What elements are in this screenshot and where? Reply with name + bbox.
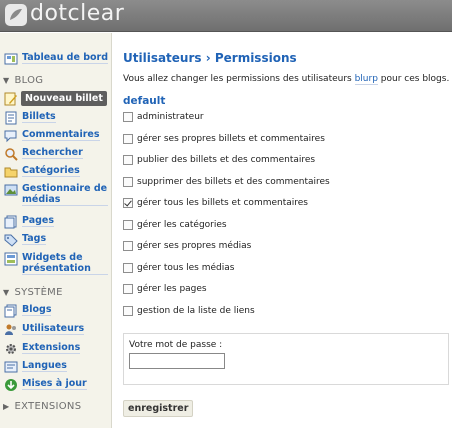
permission-checkbox[interactable] xyxy=(123,133,133,144)
sidebar-item-label[interactable]: Widgets de présentation xyxy=(22,252,108,275)
sidebar-item-label[interactable]: Tableau de bord xyxy=(22,52,109,64)
sidebar-item-label[interactable]: Mises à jour xyxy=(22,378,87,390)
sidebar-item-pages[interactable]: Pages xyxy=(4,215,55,229)
app-header: dotclear xyxy=(0,0,452,32)
sidebar-item-label[interactable]: Commentaires xyxy=(22,129,100,141)
expand-arrow-icon: ▶ xyxy=(3,402,10,411)
blog-name-link[interactable]: default xyxy=(123,95,165,107)
permission-checkbox[interactable] xyxy=(123,284,133,294)
password-fieldset: Votre mot de passe : xyxy=(123,333,449,385)
permission-label: publier des billets et des commentaires xyxy=(137,155,316,165)
search-icon xyxy=(5,148,18,161)
pages-icon xyxy=(4,215,17,229)
categories-icon xyxy=(4,167,18,178)
comments-icon xyxy=(4,130,17,143)
sidebar-item-label[interactable]: Tags xyxy=(22,233,47,245)
sidebar-item-label[interactable]: Billets xyxy=(22,111,56,123)
collapse-arrow-icon: ▼ xyxy=(3,288,10,297)
permission-row[interactable]: publier des billets et des commentaires xyxy=(123,155,315,165)
permission-checkbox[interactable] xyxy=(123,305,133,316)
new-post-button[interactable]: Nouveau billet xyxy=(21,91,107,106)
permission-row[interactable]: gérer les pages xyxy=(123,284,207,294)
sidebar-item-dashboard[interactable]: Tableau de bord xyxy=(4,52,109,66)
sidebar-item-languages[interactable]: Langues xyxy=(4,360,67,374)
permission-row[interactable]: gérer tous les billets et commentaires xyxy=(123,198,308,208)
permission-row[interactable]: gérer ses propres médias xyxy=(123,241,251,251)
permission-row[interactable]: gérer tous les médias xyxy=(123,262,235,273)
sidebar-item-users[interactable]: Utilisateurs xyxy=(4,323,85,337)
page-title: Utilisateurs › Permissions xyxy=(123,51,297,65)
sidebar-item-plugins[interactable]: Extensions xyxy=(4,342,81,356)
sidebar-item-label[interactable]: Blogs xyxy=(22,304,52,316)
media-icon xyxy=(4,184,18,196)
sidebar-item-tags[interactable]: Tags xyxy=(4,233,47,247)
permission-checkbox[interactable] xyxy=(123,198,133,208)
permission-row[interactable]: gérer les catégories xyxy=(123,219,227,230)
permission-row[interactable]: administrateur xyxy=(123,112,204,122)
sidebar-item-label[interactable]: Pages xyxy=(22,215,55,227)
sidebar-item-label[interactable]: Catégories xyxy=(22,165,80,177)
save-button[interactable]: enregistrer xyxy=(123,400,194,417)
permission-label: gérer ses propres billets et commentaire… xyxy=(137,133,325,144)
permission-label: gérer tous les billets et commentaires xyxy=(137,198,308,208)
sidebar-section-blog[interactable]: ▼ BLOG xyxy=(3,75,43,86)
widgets-icon xyxy=(4,252,18,266)
permission-row[interactable]: gestion de la liste de liens xyxy=(123,305,255,316)
permission-label: administrateur xyxy=(137,112,204,122)
sidebar-item-comments[interactable]: Commentaires xyxy=(4,129,100,143)
sidebar-item-label[interactable]: Gestionnaire de médias xyxy=(22,183,108,206)
sidebar-item-media[interactable]: Gestionnaire de médias xyxy=(4,183,108,206)
sidebar-item-update[interactable]: Mises à jour xyxy=(4,378,87,392)
sidebar-item-posts[interactable]: Billets xyxy=(4,111,56,125)
user-link[interactable]: blurp xyxy=(354,74,378,85)
update-icon xyxy=(5,379,17,391)
permission-label: gérer tous les médias xyxy=(137,262,235,273)
sidebar-item-label[interactable]: Utilisateurs xyxy=(22,323,85,335)
permission-checkbox[interactable] xyxy=(123,241,133,251)
sidebar-item-search[interactable]: Rechercher xyxy=(4,147,83,161)
main-content: Utilisateurs › Permissions Vous allez ch… xyxy=(113,33,452,428)
permission-label: gérer les catégories xyxy=(137,219,227,230)
permission-row[interactable]: gérer ses propres billets et commentaire… xyxy=(123,133,325,144)
sidebar-item-label[interactable]: Rechercher xyxy=(22,147,83,159)
permission-label: gérer ses propres médias xyxy=(137,241,252,251)
users-icon xyxy=(5,324,16,335)
sidebar: Tableau de bord ▼ BLOG Nouveau billet Bil… xyxy=(0,33,112,428)
sidebar-item-new-post[interactable]: Nouveau billet xyxy=(4,91,107,106)
permission-label: supprimer des billets et des commentaire… xyxy=(137,176,330,187)
dashboard-icon xyxy=(4,53,18,65)
collapse-arrow-icon: ▼ xyxy=(3,76,10,85)
sidebar-item-label[interactable]: Langues xyxy=(22,360,67,372)
posts-icon xyxy=(5,111,17,125)
sidebar-item-blogs[interactable]: Blogs xyxy=(4,304,52,318)
new-post-icon xyxy=(4,92,17,105)
sidebar-section-extensions[interactable]: ▶ EXTENSIONS xyxy=(3,401,81,412)
permission-checkbox[interactable] xyxy=(123,176,133,187)
permission-checkbox[interactable] xyxy=(123,219,133,230)
permission-label: gérer les pages xyxy=(137,284,207,294)
languages-icon xyxy=(4,361,18,373)
permission-row[interactable]: supprimer des billets et des commentaire… xyxy=(123,176,330,187)
permission-checkbox[interactable] xyxy=(123,112,133,122)
permission-label: gestion de la liste de liens xyxy=(137,305,255,316)
permission-checkbox[interactable] xyxy=(123,262,133,273)
app-logo-text: dotclear xyxy=(30,1,125,26)
tags-icon xyxy=(4,234,18,247)
sidebar-item-categories[interactable]: Catégories xyxy=(4,165,80,179)
sidebar-item-widgets[interactable]: Widgets de présentation xyxy=(4,252,108,275)
password-input[interactable] xyxy=(129,353,225,369)
intro-text: Vous allez changer les permissions des u… xyxy=(123,74,450,85)
sidebar-item-label[interactable]: Extensions xyxy=(22,342,81,354)
sidebar-section-system[interactable]: ▼ SYSTÈME xyxy=(3,287,63,298)
password-label: Votre mot de passe : xyxy=(129,340,223,350)
permission-checkbox[interactable] xyxy=(123,155,133,165)
plugins-icon xyxy=(6,344,16,354)
dotclear-logo-icon xyxy=(5,4,27,26)
blogs-icon xyxy=(4,304,17,318)
